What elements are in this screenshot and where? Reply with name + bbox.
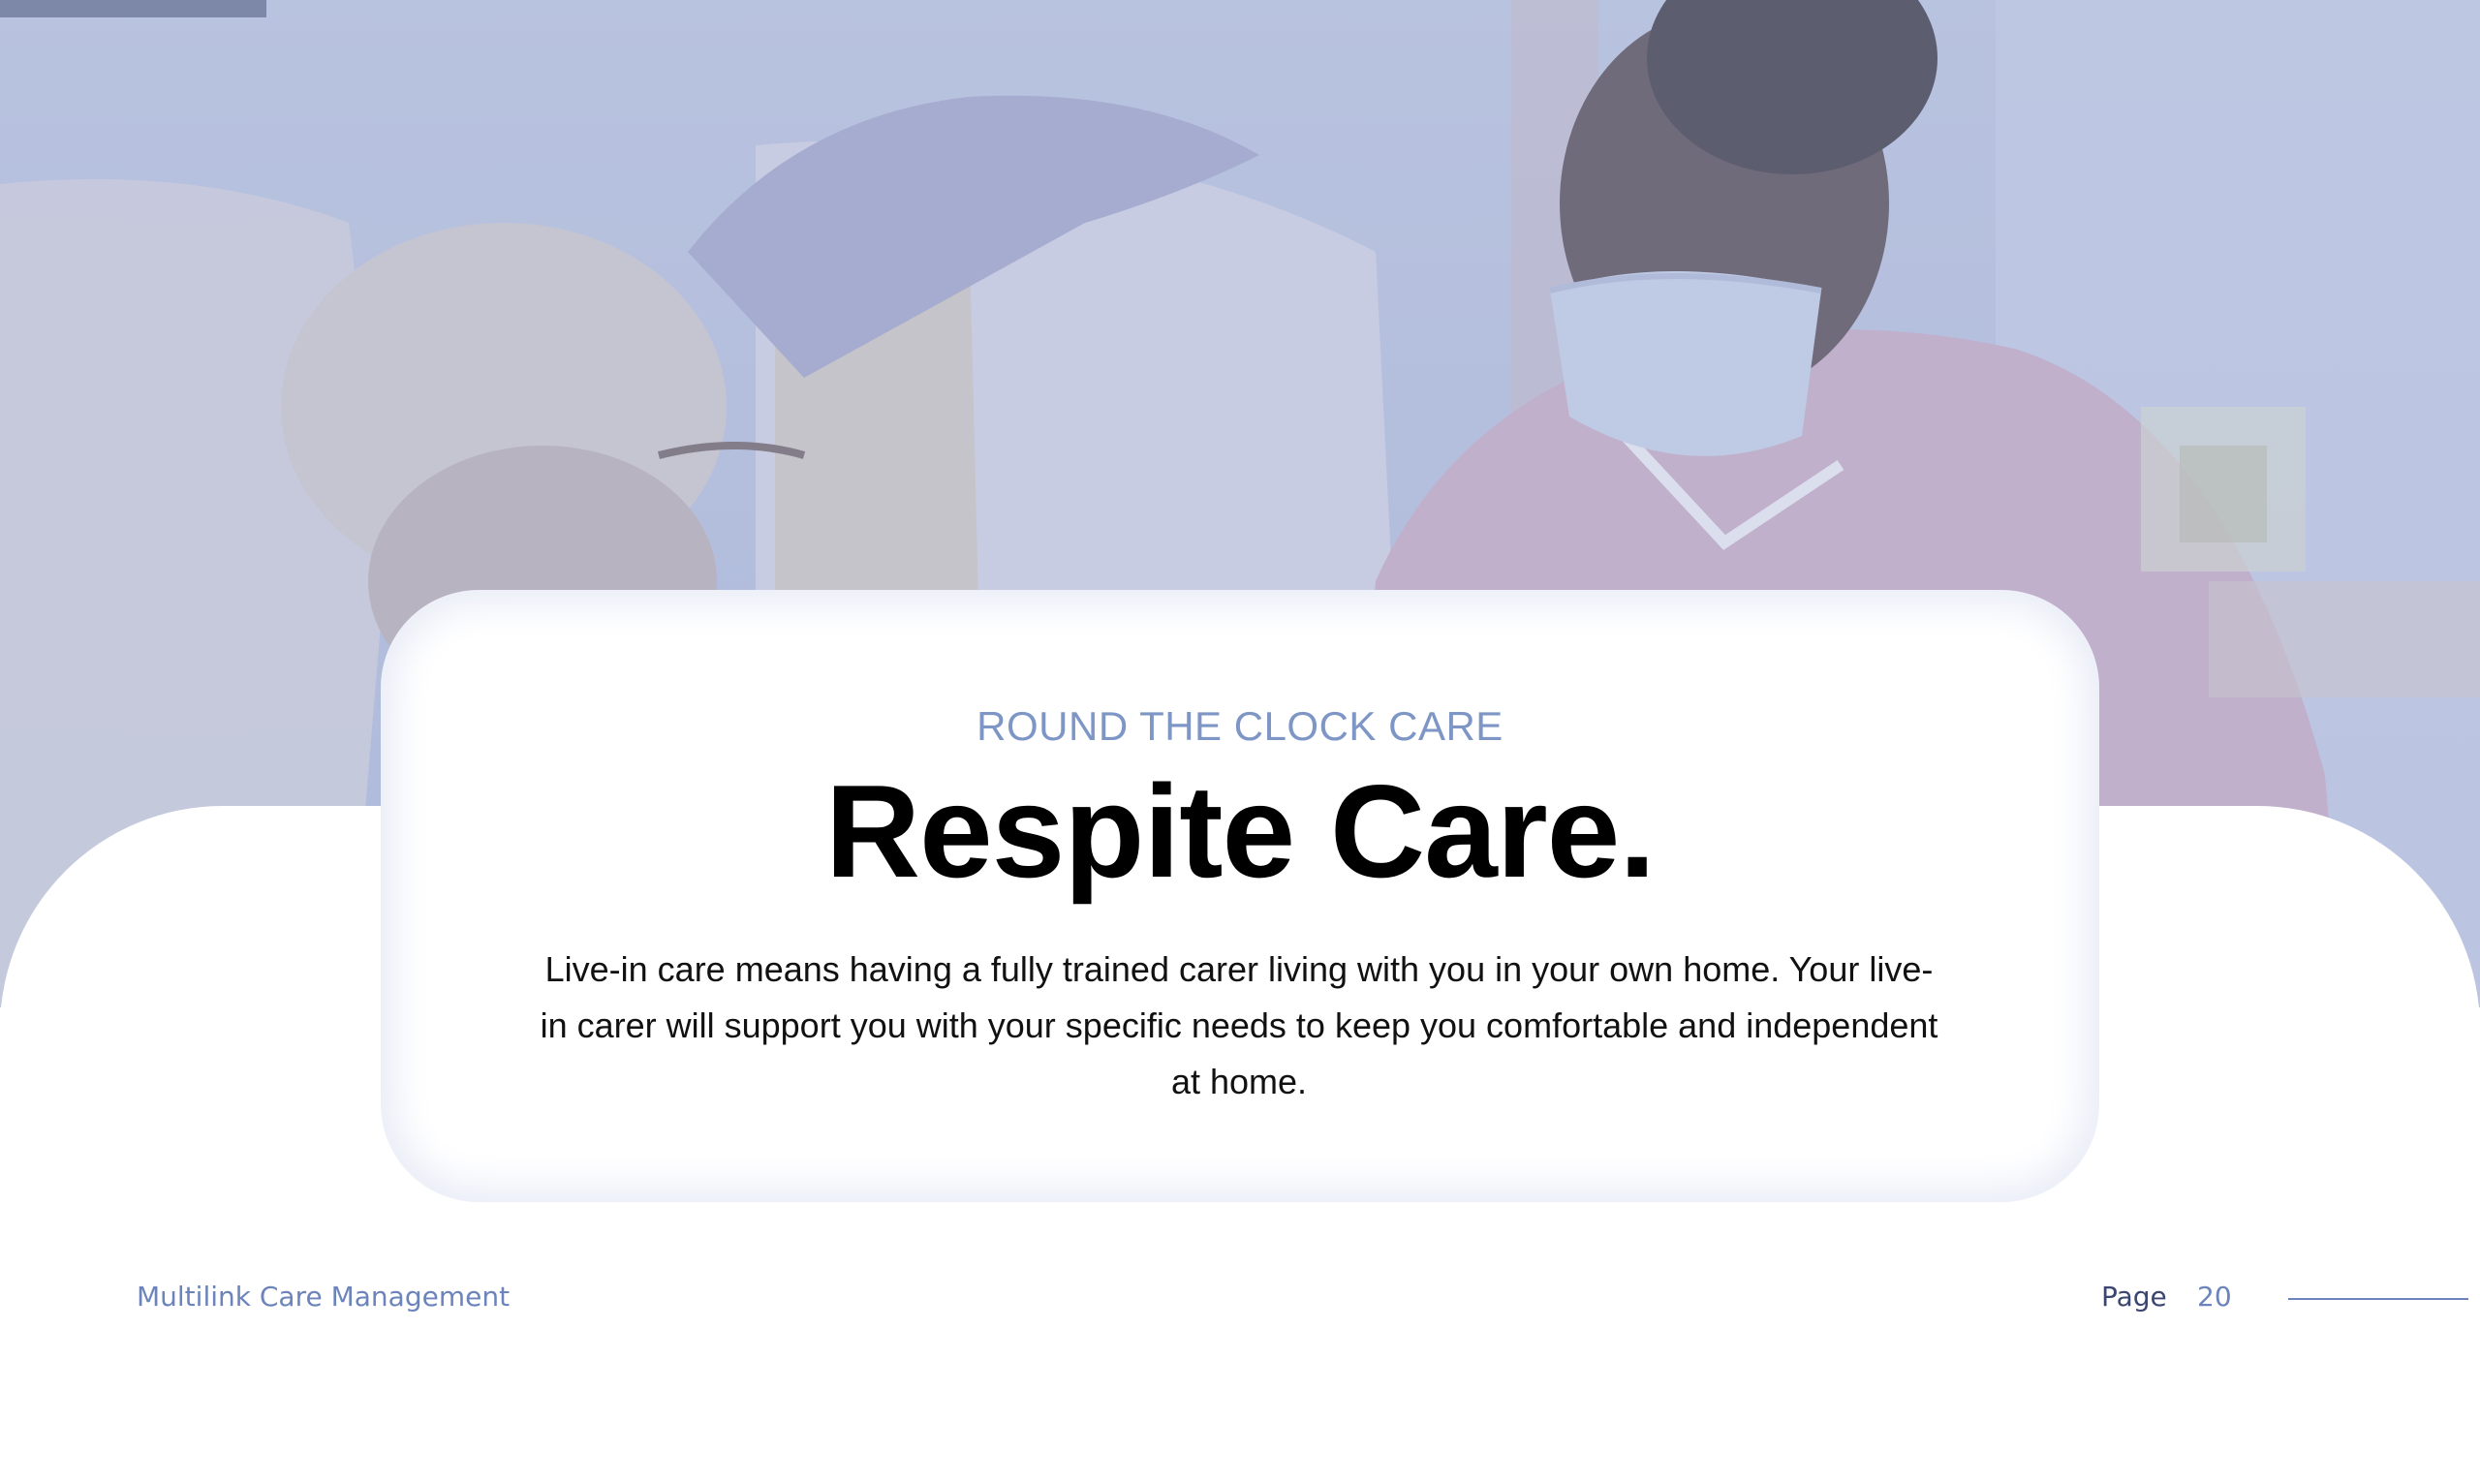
page-label: Page [2101, 1281, 2167, 1313]
page-number: 20 [2197, 1281, 2232, 1313]
footer-divider-line [2288, 1298, 2468, 1300]
content-card: ROUND THE CLOCK CARE Respite Care. Live-… [382, 591, 2098, 1201]
eyebrow-label: ROUND THE CLOCK CARE [976, 703, 1504, 749]
description-text: Live-in care means having a fully traine… [540, 949, 1938, 1101]
page-title: Respite Care. [824, 757, 1656, 905]
footer-company-name: Multilink Care Management [137, 1281, 511, 1313]
